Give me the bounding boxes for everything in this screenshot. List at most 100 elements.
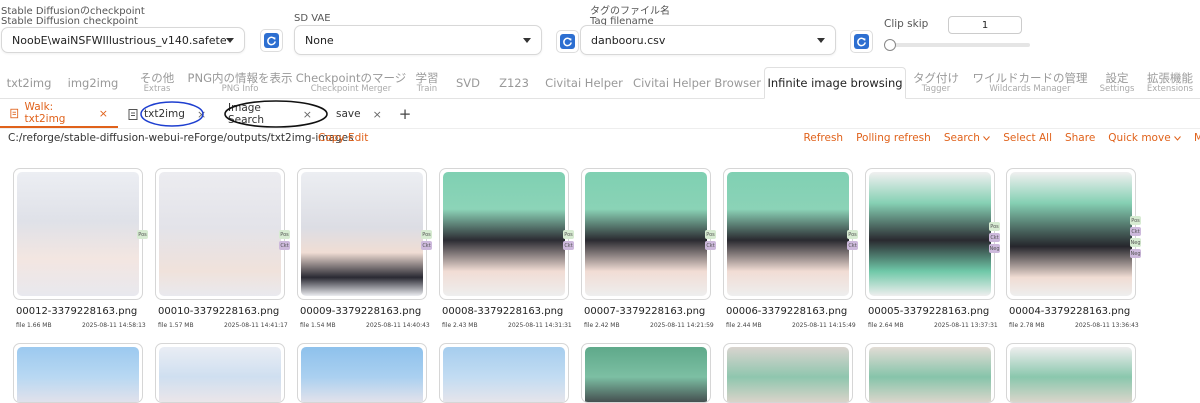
thumbnail-card[interactable] bbox=[723, 343, 853, 403]
refresh-vae-button[interactable] bbox=[556, 30, 579, 53]
file-name[interactable]: 00004-3379228163.png bbox=[1009, 306, 1130, 317]
thumbnail-image bbox=[301, 172, 423, 296]
tab-z123[interactable]: Z123 bbox=[490, 68, 538, 98]
tab-img2img[interactable]: img2img bbox=[58, 68, 128, 98]
close-icon[interactable]: × bbox=[99, 107, 108, 120]
close-icon[interactable]: × bbox=[373, 108, 382, 121]
thumbnail-card[interactable] bbox=[1006, 343, 1136, 403]
thumbnail-card[interactable] bbox=[439, 343, 569, 403]
tab-civitai-helper[interactable]: Civitai Helper bbox=[538, 68, 630, 98]
iib-tab-save[interactable]: save × bbox=[326, 101, 390, 128]
select-all-link[interactable]: Select All bbox=[1003, 132, 1052, 144]
tab-txt2img[interactable]: txt2img bbox=[0, 68, 58, 98]
tab-infinite-image-browsing[interactable]: Infinite image browsing bbox=[764, 67, 906, 99]
clip-skip-slider-track[interactable] bbox=[886, 43, 1030, 47]
vae-value: None bbox=[305, 33, 334, 47]
file-name[interactable]: 00007-3379228163.png bbox=[584, 306, 705, 317]
tab-svd[interactable]: SVD bbox=[446, 68, 490, 98]
chevron-down-icon bbox=[523, 37, 531, 43]
refresh-icon bbox=[560, 34, 575, 49]
prompt-tags: Pos Ckt Neg Neg bbox=[1130, 216, 1141, 258]
thumbnail-card[interactable] bbox=[155, 168, 285, 300]
file-size: file 1.57 MB bbox=[158, 322, 194, 329]
tagfile-value: danbooru.csv bbox=[591, 33, 666, 47]
refresh-checkpoint-button[interactable] bbox=[260, 29, 283, 52]
search-menu[interactable]: Search bbox=[944, 132, 991, 144]
vae-dropdown[interactable]: None bbox=[294, 25, 542, 55]
chevron-down-icon bbox=[226, 37, 234, 43]
polling-refresh-link[interactable]: Polling refresh bbox=[856, 132, 931, 144]
prompt-tags: Pos Ckt bbox=[279, 230, 290, 250]
thumbnail-image bbox=[585, 172, 707, 296]
main-tab-bar: txt2img img2img その他 Extras PNG内の情報を表示 PNG … bbox=[0, 66, 1200, 99]
thumbnail-card[interactable] bbox=[13, 168, 143, 300]
tab-checkpoint-merger[interactable]: Checkpointのマージ Checkpoint Merger bbox=[294, 68, 408, 98]
file-date: 2025-08-11 13:36:43 bbox=[1075, 322, 1139, 329]
chevron-down-icon bbox=[1174, 136, 1181, 141]
file-name[interactable]: 00008-3379228163.png bbox=[442, 306, 563, 317]
file-name[interactable]: 00009-3379228163.png bbox=[300, 306, 421, 317]
thumbnail-card[interactable] bbox=[155, 343, 285, 403]
thumbnail-image bbox=[159, 347, 281, 402]
thumbnail-image bbox=[17, 347, 139, 402]
tab-extras[interactable]: その他 Extras bbox=[128, 68, 186, 98]
tagfile-dropdown[interactable]: danbooru.csv bbox=[580, 25, 836, 55]
tab-train[interactable]: 学習 Train bbox=[408, 68, 446, 98]
quick-move-menu[interactable]: Quick move bbox=[1108, 132, 1181, 144]
clip-skip-input[interactable]: 1 bbox=[948, 16, 1022, 34]
checkpoint-dropdown[interactable]: NoobE\waiNSFWIllustrious_v140.safetensor… bbox=[1, 27, 245, 53]
file-date: 2025-08-11 14:21:59 bbox=[650, 322, 714, 329]
annotation-circle-blue bbox=[140, 101, 204, 127]
clip-skip-slider-handle[interactable] bbox=[884, 39, 896, 51]
iib-tab-walk[interactable]: Walk: txt2img × bbox=[0, 101, 118, 128]
refresh-icon bbox=[264, 33, 279, 48]
tab-civitai-helper-browser[interactable]: Civitai Helper Browser bbox=[630, 68, 764, 98]
prompt-tags: Pos bbox=[137, 230, 148, 239]
thumbnail-card[interactable] bbox=[439, 168, 569, 300]
action-bar: Refresh Polling refresh Search Select Al… bbox=[803, 132, 1200, 144]
refresh-tagfile-button[interactable] bbox=[850, 30, 873, 53]
tab-tagger[interactable]: タグ付け Tagger bbox=[906, 68, 966, 98]
prompt-tags: Pos Ckt Neg bbox=[989, 222, 1000, 253]
more-menu[interactable]: M bbox=[1194, 132, 1200, 144]
file-name[interactable]: 00006-3379228163.png bbox=[726, 306, 847, 317]
file-date: 2025-08-11 14:40:43 bbox=[366, 322, 430, 329]
thumbnail-image bbox=[869, 347, 991, 402]
share-link[interactable]: Share bbox=[1065, 132, 1095, 144]
thumbnail-card[interactable] bbox=[581, 168, 711, 300]
refresh-link[interactable]: Refresh bbox=[803, 132, 843, 144]
tab-png-info[interactable]: PNG内の情報を表示 PNG Info bbox=[186, 68, 294, 98]
checkpoint-value: NoobE\waiNSFWIllustrious_v140.safetensor… bbox=[12, 33, 226, 47]
current-path: C:/reforge/stable-diffusion-webui-reForg… bbox=[8, 132, 354, 144]
thumbnail-card[interactable] bbox=[13, 343, 143, 403]
thumbnail-image bbox=[1010, 172, 1132, 296]
tab-settings[interactable]: 設定 Settings bbox=[1094, 68, 1140, 98]
thumbnail-card[interactable] bbox=[865, 343, 995, 403]
file-date: 2025-08-11 14:41:17 bbox=[224, 322, 288, 329]
copy-edit-link[interactable]: Copy Edit bbox=[318, 132, 368, 144]
prompt-tags: Pos Ckt bbox=[563, 230, 574, 250]
file-name[interactable]: 00010-3379228163.png bbox=[158, 306, 279, 317]
file-size: file 1.54 MB bbox=[300, 322, 336, 329]
thumbnail-card[interactable] bbox=[297, 168, 427, 300]
file-size: file 1.66 MB bbox=[16, 322, 52, 329]
tab-extensions[interactable]: 拡張機能 Extensions bbox=[1140, 68, 1200, 98]
prompt-tags: Pos Ckt bbox=[705, 230, 716, 250]
thumbnail-card[interactable] bbox=[1006, 168, 1136, 300]
add-tab-button[interactable]: + bbox=[390, 101, 420, 128]
file-size: file 2.78 MB bbox=[1009, 322, 1045, 329]
file-name[interactable]: 00012-3379228163.png bbox=[16, 306, 137, 317]
thumbnail-image bbox=[159, 172, 281, 296]
annotation-circle-black bbox=[224, 100, 328, 128]
file-name[interactable]: 00005-3379228163.png bbox=[868, 306, 989, 317]
file-size: file 2.64 MB bbox=[868, 322, 904, 329]
prompt-tags: Pos Ckt bbox=[847, 230, 858, 250]
thumbnail-card[interactable] bbox=[297, 343, 427, 403]
thumbnail-card[interactable] bbox=[723, 168, 853, 300]
chevron-down-icon bbox=[817, 37, 825, 43]
thumbnail-card[interactable] bbox=[581, 343, 711, 403]
prompt-tags: Pos Ckt bbox=[421, 230, 432, 250]
tab-wildcards-manager[interactable]: ワイルドカードの管理 Wildcards Manager bbox=[966, 68, 1094, 98]
thumbnail-card[interactable] bbox=[865, 168, 995, 300]
clip-skip-label: Clip skip bbox=[884, 18, 929, 30]
